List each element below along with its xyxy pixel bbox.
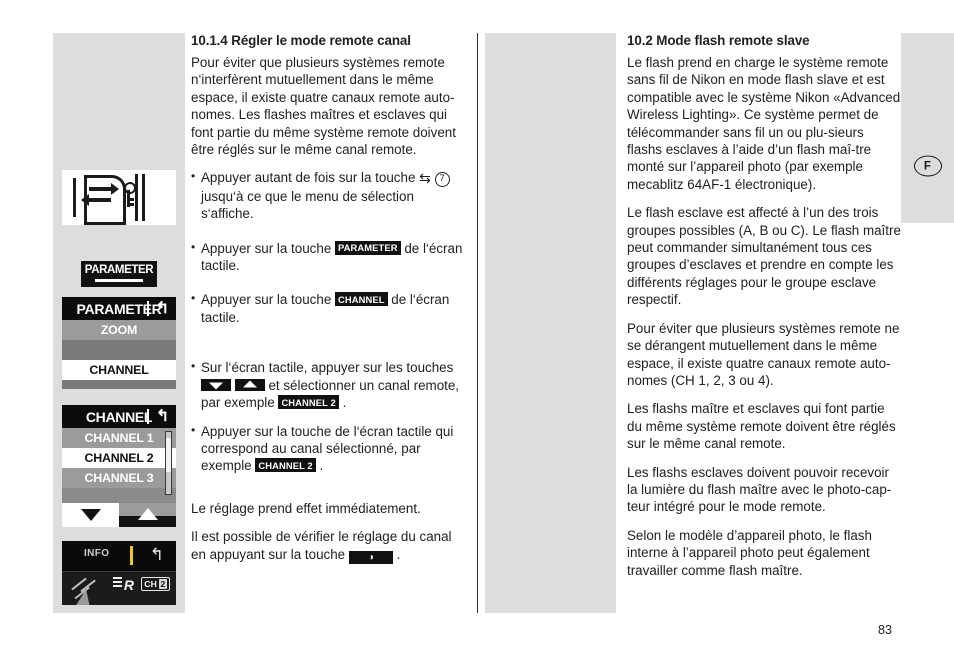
info-display-screenshot: INFO ↰ R CH 2 — [62, 541, 176, 605]
chip-channel-2-confirm[interactable]: CHANNEL 2 — [255, 458, 316, 473]
back-arrow-icon[interactable]: ↰ — [156, 408, 169, 425]
triangle-up-icon — [137, 508, 158, 520]
key-icon-tooth-2 — [126, 203, 134, 206]
right-paragraph-5: Les flashs esclaves doivent pouvoir rece… — [627, 464, 892, 515]
callout-number-7: 7 — [434, 172, 450, 188]
remote-indicator: R — [112, 577, 134, 593]
arrow-left-icon — [81, 194, 111, 206]
menu-scrollbar[interactable] — [165, 431, 172, 495]
bullet-step-5-text-after: . — [319, 458, 324, 474]
closing-2-text-before: Il est possible de vérifier le réglage d… — [191, 529, 452, 562]
page-number: 83 — [877, 623, 892, 637]
channel-menu-screenshot: CHANNEL ↰ CHANNEL 1 CHANNEL 2 CHANNEL 3 — [62, 405, 176, 527]
nav-down-button[interactable] — [62, 503, 119, 527]
menu-item-channel-1[interactable]: CHANNEL 1 — [62, 428, 176, 448]
button-edge-right-1 — [135, 174, 138, 221]
right-text-column: 10.2 Mode flash remote slave Le flash pr… — [627, 33, 901, 590]
bullet-step-3-text-before: Appuyer sur la touche — [201, 292, 332, 308]
right-paragraph-4: Les flashs maître et esclaves qui font p… — [627, 401, 896, 452]
swap-arrows-icon: ⇆ — [419, 170, 431, 187]
bullet-step-4-text-after: . — [342, 395, 347, 411]
titlebar-divider — [147, 409, 149, 424]
triangle-down-icon — [80, 509, 101, 521]
remote-letter: R — [123, 577, 134, 593]
bullet-step-1: Appuyer autant de fois sur la touche ⇆ 7… — [191, 168, 465, 222]
closing-paragraph-2: Il est possible de vérifier le réglage d… — [191, 528, 465, 564]
left-figure-panel: PARAMETER PARAMETER ↰ ZOOM CHANNEL CHANN… — [53, 33, 185, 613]
menu-item-channel-2[interactable]: CHANNEL 2 — [62, 448, 176, 468]
parameter-softkey-underline — [95, 279, 143, 282]
back-arrow-icon[interactable]: ↰ — [156, 300, 169, 317]
bullet-step-3: Appuyer sur la touche CHANNEL de l‘écran… — [191, 290, 465, 326]
button-edge-right-2 — [142, 174, 145, 221]
menu-spacer-2 — [62, 380, 176, 389]
parameter-softkey-figure[interactable]: PARAMETER — [81, 261, 157, 287]
right-paragraph-6: Selon le modèle d’appareil photo, le fla… — [627, 527, 872, 578]
channel-badge-value: 2 — [159, 579, 167, 589]
chip-power-button[interactable]: ◑ — [348, 550, 393, 564]
section-heading-10-2: 10.2 Mode flash remote slave — [627, 33, 810, 48]
button-edge-left — [73, 178, 76, 217]
closing-2-text-after: . — [396, 546, 401, 562]
bullet-step-1-text-after: jusqu‘à ce que le menu de sélection s‘af… — [201, 188, 414, 222]
info-divider-bar — [130, 546, 133, 565]
right-paragraph-2: Le flash esclave est affecté à l’un des … — [627, 205, 901, 308]
arrow-right-icon — [89, 183, 119, 195]
language-badge-f: F — [913, 155, 942, 177]
bullet-step-5-text-before: Appuyer sur la touche de l‘écran tactile… — [201, 423, 454, 474]
language-tab-panel: F — [901, 33, 954, 223]
menu-spacer-1 — [62, 340, 176, 360]
bullet-step-4: Sur l‘écran tactile, appuyer sur les tou… — [191, 358, 465, 411]
channel-badge: CH 2 — [141, 577, 170, 591]
remote-lines-icon — [112, 581, 122, 583]
bullet-step-5: Appuyer sur la touche de l‘écran tactile… — [191, 421, 465, 475]
chip-channel[interactable]: CHANNEL — [335, 292, 388, 307]
menu-item-channel-3-label: CHANNEL 3 — [84, 471, 154, 485]
chip-arrow-down[interactable] — [201, 378, 231, 391]
left-text-column: 10.1.4 Régler le mode remote canal Pour … — [191, 33, 465, 575]
right-paragraph-3: Pour éviter que plusieurs systèmes remot… — [627, 320, 900, 388]
menu-scrollbar-thumb[interactable] — [166, 438, 171, 472]
nav-up-button[interactable] — [119, 503, 176, 527]
menu-item-channel-1-label: CHANNEL 1 — [84, 431, 154, 445]
flash-symbol-icon — [70, 589, 90, 605]
menu-item-zoom[interactable]: ZOOM — [62, 320, 176, 340]
bullet-step-1-text-before: Appuyer autant de fois sur la touche — [201, 170, 416, 186]
right-paragraph-1: Le flash prend en charge le système remo… — [627, 55, 901, 192]
chip-parameter[interactable]: PARAMETER — [335, 240, 401, 255]
back-arrow-icon[interactable]: ↰ — [150, 544, 164, 566]
menu-item-channel-label: CHANNEL — [89, 363, 149, 377]
channel-menu-title: CHANNEL — [85, 408, 153, 425]
closing-paragraph-1: Le réglage prend effet immédiatement. — [191, 500, 421, 516]
info-label: INFO — [84, 548, 110, 559]
right-figure-panel — [485, 33, 616, 613]
bullet-step-4-text-before: Sur l‘écran tactile, appuyer sur les tou… — [201, 360, 454, 376]
titlebar-divider — [147, 301, 149, 316]
parameter-softkey-label: PARAMETER — [84, 264, 154, 276]
menu-item-channel-3[interactable]: CHANNEL 3 — [62, 468, 176, 488]
menu-item-zoom-label: ZOOM — [100, 323, 138, 337]
channel-menu-titlebar: CHANNEL ↰ — [62, 405, 176, 428]
bullet-step-2: Appuyer sur la touche PARAMETER de l‘écr… — [191, 239, 465, 275]
chip-channel-2[interactable]: CHANNEL 2 — [278, 395, 339, 410]
parameter-menu-screenshot: PARAMETER ↰ ZOOM CHANNEL — [62, 297, 176, 389]
intro-paragraph: Pour éviter que plusieurs systèmes remot… — [191, 55, 456, 158]
bullet-step-2-text-before: Appuyer sur la touche — [201, 240, 332, 256]
menu-item-channel[interactable]: CHANNEL — [62, 360, 176, 380]
parameter-menu-titlebar: PARAMETER ↰ — [62, 297, 176, 320]
menu-item-channel-2-label: CHANNEL 2 — [84, 451, 154, 465]
channel-badge-prefix: CH — [144, 579, 158, 589]
manual-page: PARAMETER PARAMETER ↰ ZOOM CHANNEL CHANN… — [0, 0, 954, 660]
channel-nav-bar — [62, 503, 176, 527]
chip-arrow-up[interactable] — [234, 378, 265, 391]
mode-switch-button-photo — [62, 170, 176, 225]
section-heading-10-1-4: 10.1.4 Régler le mode remote canal — [191, 33, 411, 48]
flash-rays-icon — [71, 577, 87, 591]
key-icon-tooth-1 — [126, 198, 134, 201]
column-divider-rule — [477, 33, 478, 613]
